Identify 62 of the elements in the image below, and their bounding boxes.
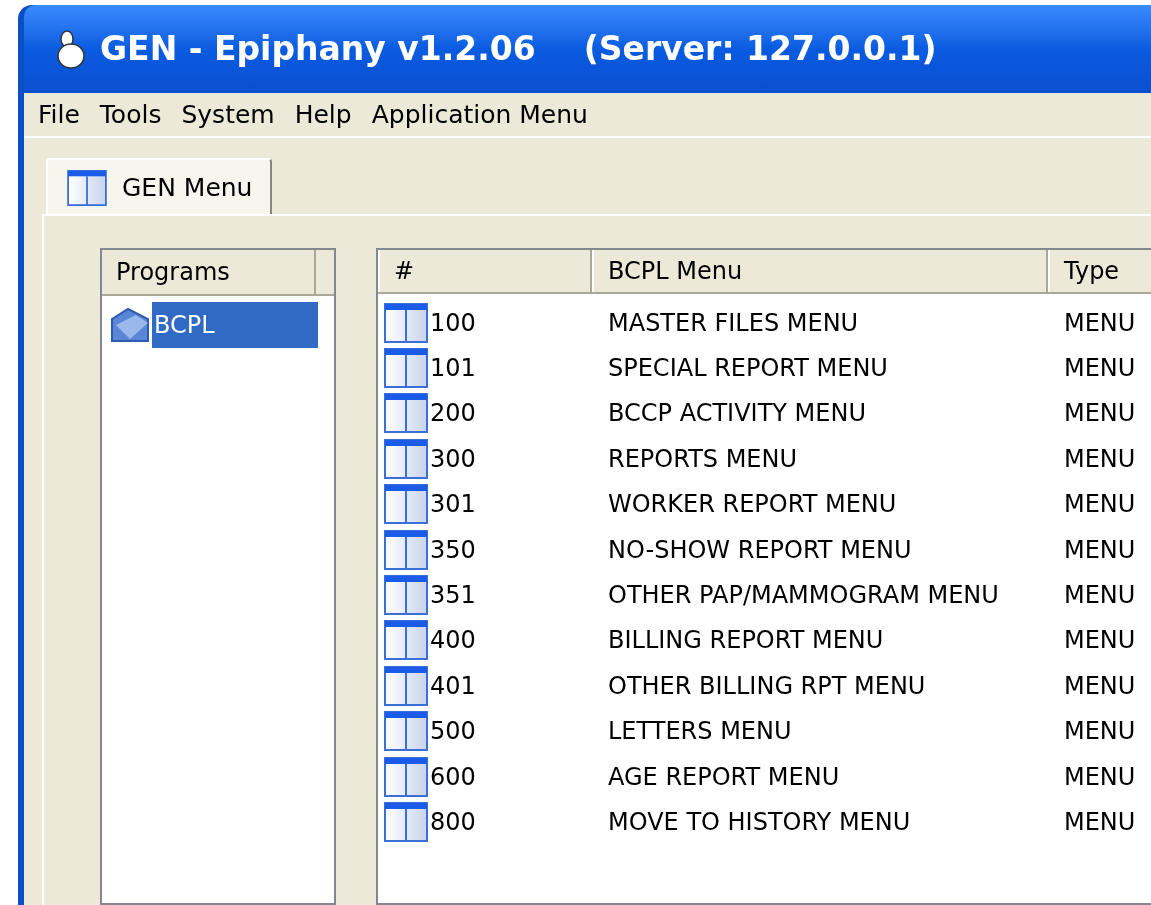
table-cell-text: 100 xyxy=(430,307,476,339)
table-cell-text: BCCP ACTIVITY MENU xyxy=(607,398,867,430)
column-header[interactable]: Type xyxy=(1048,250,1151,292)
menu-item[interactable]: Application Menu xyxy=(365,95,594,134)
column-header[interactable]: # xyxy=(378,250,592,292)
table-cell-text: 200 xyxy=(430,398,476,430)
table-cell-text: MENU xyxy=(1063,489,1137,521)
table-cell-text: MENU xyxy=(1063,807,1137,838)
list-icon xyxy=(384,620,428,661)
table-cell-text: OTHER PAP/MAMMOGRAM MENU xyxy=(607,580,1000,612)
tab[interactable]: GEN Menu xyxy=(46,158,273,216)
list-icon xyxy=(384,302,428,343)
table-cell-text: MENU xyxy=(1063,625,1137,657)
table-cell-text: AGE REPORT MENU xyxy=(607,761,841,793)
table-cell-text: 401 xyxy=(430,670,476,702)
table-cell-text: MENU xyxy=(1063,716,1137,748)
server-label: (Server: 127.0.0.1) xyxy=(583,28,937,71)
table-cell-text: 300 xyxy=(430,443,476,475)
table-cell-text: MENU xyxy=(1063,353,1137,385)
table-cell-text: 101 xyxy=(430,353,476,385)
table-cell-text: LETTERS MENU xyxy=(607,716,793,748)
menu-item[interactable]: Help xyxy=(288,95,358,134)
table-cell-text: 800 xyxy=(430,807,476,838)
table-cell-text: MENU xyxy=(1063,443,1137,475)
list-icon xyxy=(384,438,428,479)
table-cell-text: 400 xyxy=(430,625,476,657)
table-cell-text: NO-SHOW REPORT MENU xyxy=(607,534,913,566)
table-cell-text: MENU xyxy=(1063,670,1137,702)
table-cell-text: WORKER REPORT MENU xyxy=(607,489,898,521)
list-icon xyxy=(384,529,428,570)
table-cell-text: MENU xyxy=(1063,580,1137,612)
menu-item[interactable]: Tools xyxy=(93,95,168,134)
list-icon xyxy=(384,665,428,706)
list-icon xyxy=(384,393,428,434)
menu-item[interactable]: File xyxy=(32,95,86,134)
table-cell-text: OTHER BILLING RPT MENU xyxy=(607,670,927,702)
table-cell-text: MOVE TO HISTORY MENU xyxy=(607,807,912,838)
table-cell-text: 301 xyxy=(430,489,476,521)
table-cell-text: MENU xyxy=(1063,534,1137,566)
table-cell-text: 351 xyxy=(430,580,476,612)
list-icon xyxy=(384,484,428,525)
app-icon xyxy=(54,29,88,69)
table-cell-text: MENU xyxy=(1063,761,1137,793)
menu-item[interactable]: System xyxy=(175,95,281,134)
list-icon xyxy=(384,802,428,842)
list-icon xyxy=(384,711,428,752)
table-cell-text: 600 xyxy=(430,761,476,793)
list-icon xyxy=(384,575,428,616)
tree-item[interactable]: BCPL xyxy=(152,302,318,348)
table-cell-text: BILLING REPORT MENU xyxy=(607,625,885,657)
table-cell-text: 500 xyxy=(430,716,476,748)
table-cell-text: MASTER FILES MENU xyxy=(607,307,860,339)
table-cell-text: 350 xyxy=(430,534,476,566)
table-cell-text: SPECIAL REPORT MENU xyxy=(607,353,889,385)
list-icon xyxy=(384,756,428,797)
list-icon xyxy=(384,348,428,389)
table-cell-text: REPORTS MENU xyxy=(607,443,799,475)
window-title: GEN - Epiphany v1.2.06 xyxy=(100,28,536,71)
table-cell-text: MENU xyxy=(1063,398,1137,430)
table-cell-text: MENU xyxy=(1063,307,1137,339)
list-icon xyxy=(66,170,108,206)
column-header[interactable]: BCPL Menu xyxy=(592,250,1048,292)
